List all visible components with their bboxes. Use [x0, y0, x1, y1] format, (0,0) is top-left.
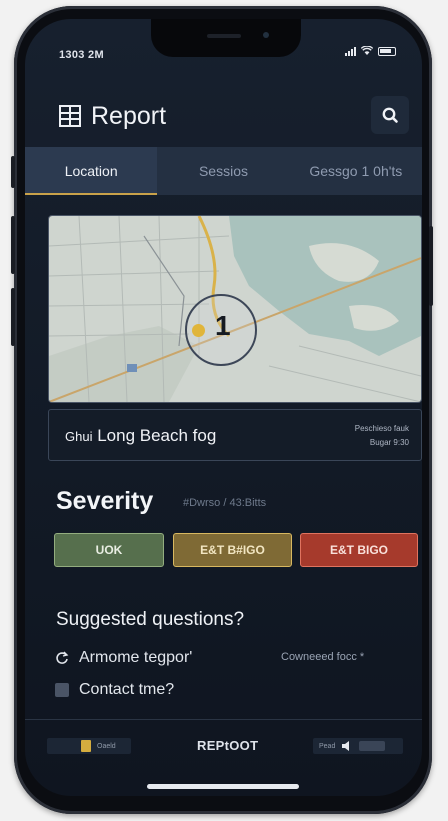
notch	[151, 19, 301, 57]
bottom-left-control[interactable]: Oaeld	[47, 738, 131, 754]
location-meta-line-2: Bugar 9:30	[369, 438, 409, 447]
checkbox-icon[interactable]	[55, 683, 69, 697]
severity-note: #Dwrso / 43:Bitts	[183, 497, 267, 509]
questions-heading: Suggested questions?	[56, 609, 245, 630]
marker-dot	[192, 324, 205, 337]
status-icons	[345, 46, 396, 56]
battery-icon	[378, 46, 396, 56]
mute-switch	[11, 156, 15, 188]
severity-high-button[interactable]: E&T BIGO	[300, 533, 418, 567]
location-card[interactable]: Ghui Long Beach fog Peschieso fauk Bugar…	[48, 409, 422, 461]
refresh-icon	[56, 651, 69, 664]
severity-low-button[interactable]: UOK	[54, 533, 164, 567]
bookmark-icon	[81, 740, 91, 752]
page-title: Report	[91, 102, 167, 130]
marker-label: 1	[215, 310, 231, 341]
tab-location[interactable]: Location	[25, 147, 158, 195]
volume-up-button	[11, 216, 15, 274]
search-button[interactable]	[371, 96, 409, 134]
question-hint: Cowneeed focc *	[281, 651, 365, 663]
location-map[interactable]: 1	[48, 215, 422, 403]
question-item[interactable]: Contact tme?	[55, 681, 174, 699]
tab-sessions[interactable]: Sessios	[157, 147, 289, 195]
tab-bar: Location Sessios Gessgo 1 0h'ts	[25, 147, 422, 195]
location-prefix: Ghui	[65, 429, 93, 444]
bottom-left-label: Oaeld	[97, 742, 116, 750]
question-text: Armome tegpor'	[79, 649, 193, 666]
location-name: Ghui Long Beach fog	[65, 426, 216, 446]
divider	[25, 719, 422, 720]
tab-history[interactable]: Gessgo 1 0h'ts	[290, 147, 422, 195]
report-button[interactable]: REPtOOT	[197, 738, 258, 753]
map-marker[interactable]: 1	[185, 294, 257, 366]
status-time: 1303 2M	[59, 49, 104, 61]
location-meta-line-1: Peschieso fauk	[354, 424, 409, 433]
bottom-right-control[interactable]: Pead	[313, 738, 403, 754]
volume-down-button	[11, 288, 15, 346]
search-icon	[382, 107, 398, 123]
earpiece	[207, 34, 241, 38]
question-text: Contact tme?	[79, 681, 175, 698]
wifi-icon	[361, 46, 373, 55]
power-button	[429, 226, 433, 306]
bottom-right-label: Pead	[319, 742, 336, 750]
app-header: Report	[49, 95, 409, 141]
app-screen: 1303 2M Report Location Sessios Gessgo 1…	[25, 19, 422, 796]
front-camera	[263, 32, 269, 38]
report-logo-icon	[59, 105, 81, 127]
signal-icon	[345, 46, 356, 56]
question-item[interactable]: Armome tegpor' Cowneeed focc *	[55, 649, 364, 667]
severity-medium-button[interactable]: E&T B#IGO	[173, 533, 292, 567]
home-indicator[interactable]	[147, 784, 299, 789]
speaker-icon	[342, 741, 350, 751]
volume-slider[interactable]	[359, 741, 386, 751]
location-label: Long Beach fog	[97, 426, 217, 445]
severity-heading: Severity	[56, 487, 154, 515]
bottom-toolbar: Oaeld REPtOOT Pead	[47, 735, 403, 757]
